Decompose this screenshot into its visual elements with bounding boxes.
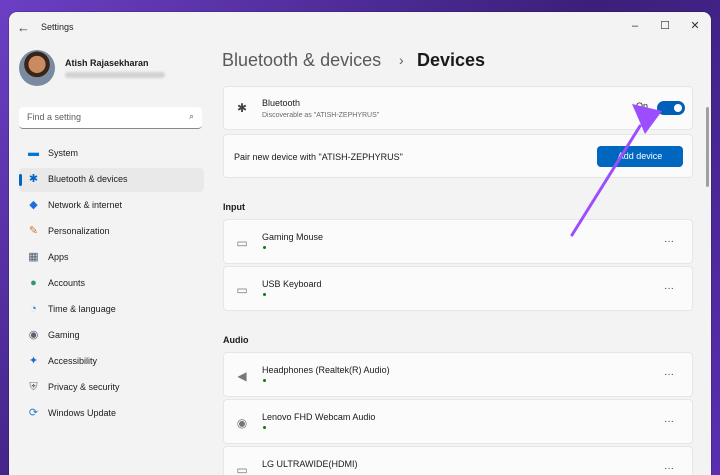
settings-window: ← Settings – ☐ ✕ Atish Rajasekharan Find… bbox=[9, 12, 711, 475]
device-row[interactable]: ◀ Headphones (Realtek(R) Audio) ··· bbox=[223, 352, 693, 397]
connected-dot bbox=[263, 246, 266, 249]
sidebar-item-label: Time & language bbox=[48, 304, 116, 314]
connected-dot bbox=[263, 379, 266, 382]
input-section-label: Input bbox=[223, 202, 245, 212]
brush-icon: ✎ bbox=[28, 225, 39, 237]
bluetooth-title: Bluetooth bbox=[262, 98, 301, 108]
bluetooth-discoverable-text: Discoverable as "ATISH-ZEPHYRUS" bbox=[262, 112, 380, 119]
bluetooth-icon: ✱ bbox=[236, 101, 248, 115]
webcam-icon: ◉ bbox=[236, 416, 248, 430]
device-row[interactable]: ▭ LG ULTRAWIDE(HDMI) ··· bbox=[223, 446, 693, 475]
mouse-icon: ▭ bbox=[236, 236, 248, 250]
sidebar-item-accounts[interactable]: ● Accounts bbox=[19, 272, 204, 296]
sidebar-item-label: System bbox=[48, 148, 79, 158]
apps-icon: ▦ bbox=[28, 251, 39, 263]
device-name: Gaming Mouse bbox=[262, 232, 324, 242]
add-device-button[interactable]: Add device bbox=[597, 146, 683, 167]
sidebar-item-label: Windows Update bbox=[48, 408, 117, 418]
more-options-button[interactable]: ··· bbox=[664, 236, 674, 247]
sidebar-item-windows-update[interactable]: ⟳ Windows Update bbox=[19, 402, 204, 426]
connected-dot bbox=[263, 293, 266, 296]
maximize-button[interactable]: ☐ bbox=[649, 16, 681, 36]
accessibility-icon: ✦ bbox=[28, 355, 39, 367]
sidebar-item-bluetooth[interactable]: ✱ Bluetooth & devices bbox=[19, 168, 204, 192]
clock-globe-icon: ◔ bbox=[30, 303, 37, 315]
shield-icon: ⛨ bbox=[29, 381, 38, 393]
chevron-right-icon: › bbox=[399, 52, 404, 68]
device-row[interactable]: ▭ Gaming Mouse ··· bbox=[223, 219, 693, 264]
wifi-icon: ◆ bbox=[29, 199, 38, 211]
speaker-icon: ◀ bbox=[237, 369, 247, 383]
avatar bbox=[19, 50, 55, 86]
audio-section-label: Audio bbox=[223, 335, 249, 345]
monitor-icon: ▭ bbox=[236, 463, 248, 475]
sidebar-item-label: Privacy & security bbox=[48, 382, 120, 392]
device-name: USB Keyboard bbox=[262, 279, 322, 289]
title-bar: ← Settings – ☐ ✕ bbox=[9, 12, 711, 44]
app-title: Settings bbox=[41, 22, 74, 32]
close-button[interactable]: ✕ bbox=[679, 16, 711, 36]
device-row[interactable]: ◉ Lenovo FHD Webcam Audio ··· bbox=[223, 399, 693, 444]
more-options-button[interactable]: ··· bbox=[664, 416, 674, 427]
sidebar-item-accessibility[interactable]: ✦ Accessibility bbox=[19, 350, 204, 374]
device-row[interactable]: ▭ USB Keyboard ··· bbox=[223, 266, 693, 311]
keyboard-icon: ▭ bbox=[236, 283, 248, 297]
sidebar-item-personalization[interactable]: ✎ Personalization bbox=[19, 220, 204, 244]
person-icon: ● bbox=[30, 277, 37, 289]
back-arrow-icon[interactable]: ← bbox=[17, 20, 30, 35]
sidebar-item-label: Accessibility bbox=[48, 356, 98, 366]
scrollbar[interactable] bbox=[706, 107, 709, 187]
sidebar-item-system[interactable]: ▬ System bbox=[19, 142, 204, 166]
device-name: Headphones (Realtek(R) Audio) bbox=[262, 365, 390, 375]
sidebar-item-time-language[interactable]: ◔ Time & language bbox=[19, 298, 204, 322]
search-input[interactable]: Find a setting ⌕ bbox=[19, 107, 202, 129]
sidebar-item-apps[interactable]: ▦ Apps bbox=[19, 246, 204, 270]
device-name: LG ULTRAWIDE(HDMI) bbox=[262, 459, 358, 469]
email-redacted bbox=[65, 72, 165, 78]
breadcrumb-parent[interactable]: Bluetooth & devices bbox=[222, 50, 381, 71]
more-options-button[interactable]: ··· bbox=[664, 463, 674, 474]
sidebar-item-label: Accounts bbox=[48, 278, 86, 288]
device-name: Lenovo FHD Webcam Audio bbox=[262, 412, 376, 422]
bluetooth-card: ✱ Bluetooth Discoverable as "ATISH-ZEPHY… bbox=[223, 86, 693, 130]
sidebar-item-label: Apps bbox=[48, 252, 69, 262]
pair-device-text: Pair new device with "ATISH-ZEPHYRUS" bbox=[234, 152, 403, 162]
bluetooth-state-label: On bbox=[636, 101, 649, 111]
search-placeholder: Find a setting bbox=[27, 112, 82, 122]
gamepad-icon: ◉ bbox=[28, 329, 39, 341]
minimize-button[interactable]: – bbox=[619, 16, 651, 36]
update-icon: ⟳ bbox=[28, 407, 39, 419]
sidebar-item-gaming[interactable]: ◉ Gaming bbox=[19, 324, 204, 348]
sidebar-item-label: Bluetooth & devices bbox=[48, 174, 128, 184]
more-options-button[interactable]: ··· bbox=[664, 283, 674, 294]
bluetooth-icon: ✱ bbox=[28, 173, 39, 185]
user-name: Atish Rajasekharan bbox=[65, 58, 149, 68]
system-icon: ▬ bbox=[28, 147, 39, 159]
bluetooth-toggle[interactable] bbox=[657, 101, 685, 115]
sidebar-item-network[interactable]: ◆ Network & internet bbox=[19, 194, 204, 218]
toggle-knob bbox=[674, 104, 682, 112]
sidebar-item-label: Personalization bbox=[48, 226, 110, 236]
sidebar-item-privacy[interactable]: ⛨ Privacy & security bbox=[19, 376, 204, 400]
page-title: Devices bbox=[417, 50, 486, 70]
connected-dot bbox=[263, 426, 266, 429]
sidebar-item-label: Network & internet bbox=[48, 200, 123, 210]
more-options-button[interactable]: ··· bbox=[664, 369, 674, 380]
sidebar-item-label: Gaming bbox=[48, 330, 80, 340]
search-icon: ⌕ bbox=[188, 111, 194, 121]
